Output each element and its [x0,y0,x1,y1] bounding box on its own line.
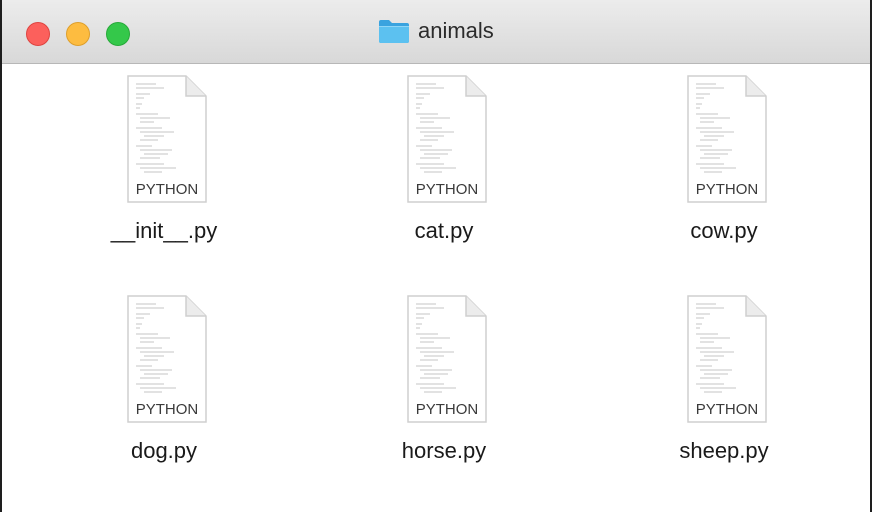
python-file-icon: PYTHON [687,75,767,203]
window-title-text: animals [418,18,494,43]
window-title: animals [378,17,494,45]
zoom-button[interactable] [106,22,130,46]
file-type-label: PYTHON [136,181,199,198]
minimize-button[interactable] [66,22,90,46]
file-item[interactable]: PYTHON dog.py [64,294,264,464]
file-name: sheep.py [679,438,769,463]
folder-icon [379,20,409,43]
file-grid: PYTHON __init__.py PYTHON cat.py PYTHON … [2,64,870,512]
close-button[interactable] [26,22,50,46]
python-file-icon: PYTHON [407,295,487,423]
finder-window: animals PYTHON __init__.py PYTHON cat.py… [0,0,872,512]
file-type-label: PYTHON [416,401,479,418]
python-file-icon: PYTHON [127,75,207,203]
file-item[interactable]: PYTHON cow.py [624,74,824,244]
file-item[interactable]: PYTHON __init__.py [64,74,264,244]
file-type-label: PYTHON [696,181,759,198]
file-name: horse.py [401,438,487,463]
title-bar[interactable]: animals [2,0,870,64]
file-item[interactable]: PYTHON horse.py [344,294,544,464]
file-type-label: PYTHON [416,181,479,198]
file-item[interactable]: PYTHON cat.py [344,74,544,244]
file-type-label: PYTHON [696,401,759,418]
python-file-icon: PYTHON [127,295,207,423]
file-name: cat.py [414,218,474,243]
python-file-icon: PYTHON [687,295,767,423]
python-file-icon: PYTHON [407,75,487,203]
file-name: __init__.py [110,218,218,243]
file-name: cow.py [690,218,758,243]
file-type-label: PYTHON [136,401,199,418]
file-item[interactable]: PYTHON sheep.py [624,294,824,464]
file-name: dog.py [130,438,198,463]
